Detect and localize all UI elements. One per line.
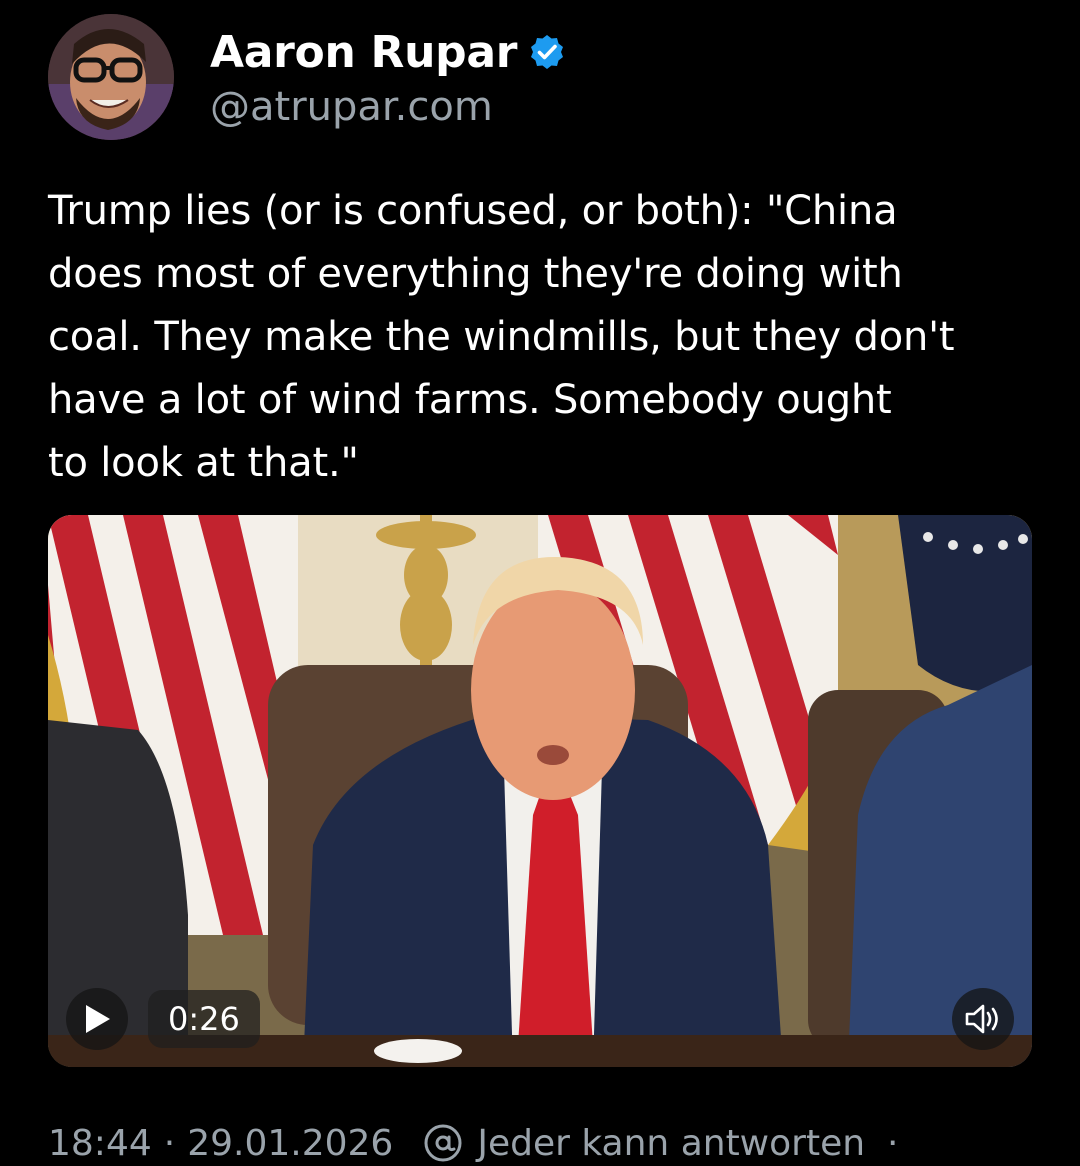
- avatar-photo: [48, 14, 174, 140]
- reply-setting[interactable]: Jeder kann antworten: [477, 1123, 865, 1164]
- footer-trailing-separator: ·: [887, 1122, 899, 1164]
- footer-separator: ·: [163, 1122, 176, 1164]
- post-text: Trump lies (or is confused, or both): "C…: [48, 188, 955, 486]
- video-player[interactable]: 0:26: [48, 515, 1032, 1067]
- mute-button[interactable]: [952, 988, 1014, 1050]
- video-frame: [48, 515, 1032, 1067]
- post-time: 18:44: [48, 1122, 152, 1164]
- speaker-icon: [965, 1004, 998, 1034]
- author-name-row: Aaron Rupar: [210, 24, 565, 80]
- verified-badge-icon: [531, 35, 564, 69]
- post-date: 29.01.2026: [187, 1122, 394, 1164]
- author-handle[interactable]: @atrupar.com: [210, 84, 493, 130]
- author-avatar[interactable]: [48, 14, 174, 140]
- play-icon: [86, 1005, 110, 1033]
- at-sign-icon: [424, 1124, 462, 1162]
- post-view: Aaron Rupar @atrupar.com Trump lies (or …: [0, 0, 1080, 1166]
- video-duration: 0:26: [148, 990, 260, 1048]
- post-footer: 18:44 · 29.01.2026 Jeder kann antworten …: [48, 1118, 898, 1166]
- play-button[interactable]: [66, 988, 128, 1050]
- author-display-name[interactable]: Aaron Rupar: [210, 27, 517, 78]
